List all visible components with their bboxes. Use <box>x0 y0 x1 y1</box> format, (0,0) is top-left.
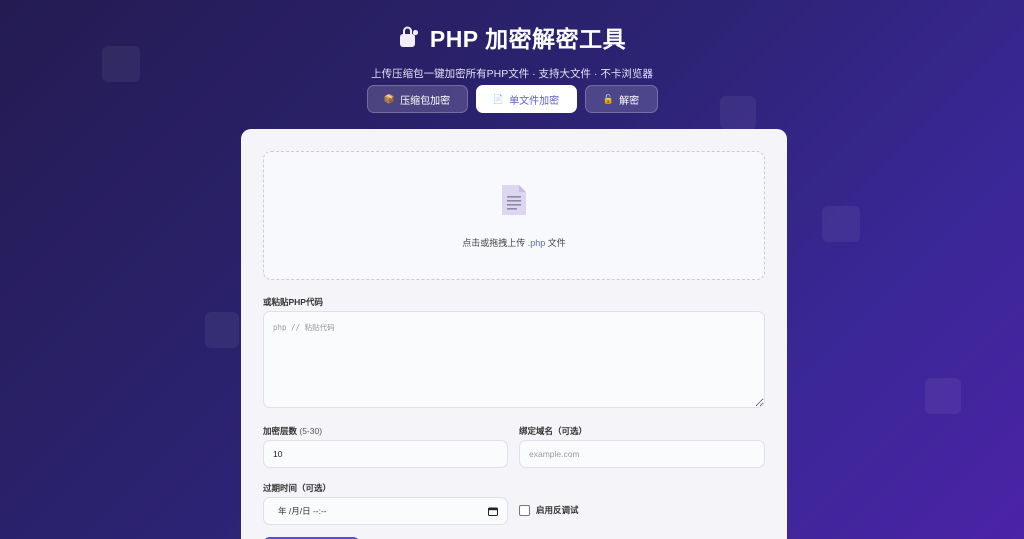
file-upload-dropzone[interactable]: 点击或拖拽上传 .php 文件 <box>263 151 765 280</box>
page-subtitle: 上传压缩包一键加密所有PHP文件 · 支持大文件 · 不卡浏览器 <box>371 68 653 80</box>
page-title-text: PHP 加密解密工具 <box>429 26 627 52</box>
upload-hint-suffix: 文件 <box>545 237 566 248</box>
tab-single-file-encrypt[interactable]: 📄 单文件加密 <box>475 85 577 113</box>
calendar-icon[interactable] <box>488 507 498 516</box>
lock-bag-icon <box>398 26 420 48</box>
layers-label: 加密层数 (5-30) <box>263 425 322 437</box>
domain-input[interactable] <box>519 440 765 468</box>
date-placeholder: 年 /月/日 --:-- <box>278 506 327 516</box>
unlock-icon: 🔓 <box>602 93 615 104</box>
upload-hint-prefix: 点击或拖拽上传 <box>462 237 528 248</box>
code-textarea[interactable] <box>263 311 765 408</box>
document-icon: 📄 <box>492 93 505 104</box>
paste-code-label: 或粘贴PHP代码 <box>263 297 323 307</box>
package-icon: 📦 <box>383 93 396 104</box>
layers-label-text: 加密层数 <box>263 426 298 436</box>
page-header: PHP 加密解密工具 上传压缩包一键加密所有PHP文件 · 支持大文件 · 不卡… <box>0 20 1024 81</box>
anti-debug-checkbox[interactable] <box>519 504 530 516</box>
upload-hint: 点击或拖拽上传 .php 文件 <box>462 236 566 249</box>
php-file-icon <box>500 183 528 222</box>
background-square <box>822 206 860 242</box>
tab-label: 压缩包加密 <box>400 95 451 107</box>
tab-decrypt[interactable]: 🔓 解密 <box>584 85 658 113</box>
background-square <box>925 378 961 414</box>
expiry-date-input[interactable]: 年 /月/日 --:-- <box>263 497 508 525</box>
tab-label: 单文件加密 <box>509 95 560 107</box>
tab-archive-encrypt[interactable]: 📦 压缩包加密 <box>366 85 468 113</box>
encrypt-form-card: 点击或拖拽上传 .php 文件 或粘贴PHP代码 加密层数 (5-30) 绑定域… <box>241 129 787 539</box>
anti-debug-label: 启用反调试 <box>536 505 579 515</box>
domain-label: 绑定域名（可选） <box>519 426 588 436</box>
mode-tabs: 📦 压缩包加密 📄 单文件加密 🔓 解密 <box>0 85 1024 113</box>
layers-input[interactable] <box>263 440 508 468</box>
layers-range-hint: (5-30) <box>297 426 323 436</box>
upload-extension: .php <box>527 237 546 248</box>
background-square <box>205 312 239 348</box>
tab-label: 解密 <box>619 95 640 107</box>
page-title: PHP 加密解密工具 <box>0 20 1024 54</box>
anti-debug-option[interactable]: 启用反调试 <box>519 504 579 516</box>
expiry-label: 过期时间（可选） <box>263 483 332 493</box>
